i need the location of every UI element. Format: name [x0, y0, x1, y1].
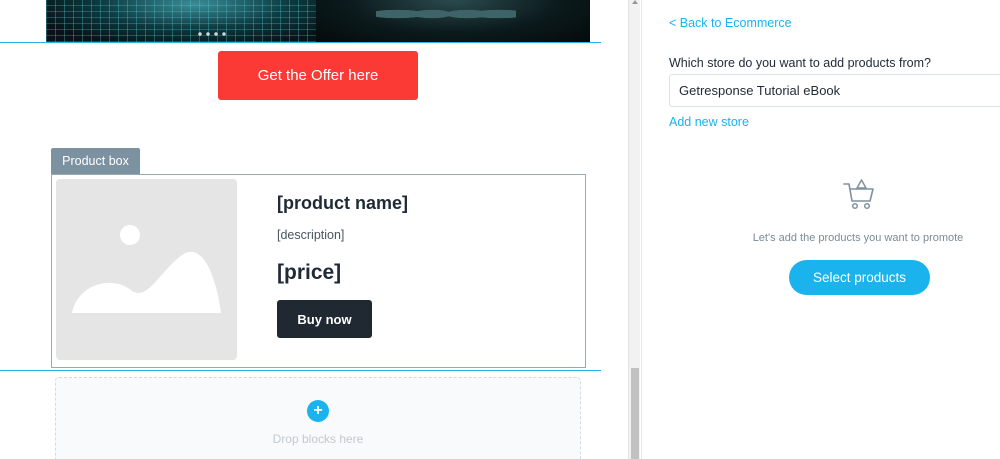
product-box-tag[interactable]: Product box	[51, 148, 140, 174]
image-placeholder-icon[interactable]	[56, 179, 237, 360]
editor-canvas: Get the Offer here Product box [product …	[0, 0, 628, 459]
store-question-label: Which store do you want to add products …	[669, 56, 931, 70]
drop-zone[interactable]: + Drop blocks here	[55, 377, 581, 459]
scroll-up-arrow-icon[interactable]	[632, 0, 638, 4]
get-offer-button[interactable]: Get the Offer here	[218, 51, 418, 100]
block-guide-line-top	[0, 42, 601, 43]
hero-banner-image[interactable]	[46, 0, 590, 42]
block-guide-line-bottom	[0, 370, 601, 371]
product-box[interactable]: [product name] [description] [price] Buy…	[51, 174, 586, 368]
image-placeholder-graphic	[72, 225, 221, 313]
add-block-icon[interactable]: +	[307, 400, 329, 422]
store-select-value: Getresponse Tutorial eBook	[679, 83, 841, 98]
hero-image-seats	[376, 2, 516, 32]
shopping-cart-icon	[842, 176, 876, 217]
store-select[interactable]: Getresponse Tutorial eBook	[669, 74, 1000, 107]
canvas-scrollbar[interactable]	[628, 0, 640, 459]
drop-zone-label: Drop blocks here	[272, 432, 364, 446]
product-price: [price]	[277, 261, 342, 284]
buy-now-button[interactable]: Buy now	[277, 300, 372, 338]
scrollbar-thumb[interactable]	[631, 368, 639, 459]
empty-state-message: Let's add the products you want to promo…	[752, 232, 964, 244]
select-products-button[interactable]: Select products	[789, 260, 930, 295]
hero-image-dots	[196, 30, 226, 38]
product-description: [description]	[277, 228, 345, 242]
ecommerce-panel: < Back to Ecommerce Which store do you w…	[641, 0, 1000, 459]
back-to-ecommerce-link[interactable]: < Back to Ecommerce	[669, 16, 792, 30]
product-name: [product name]	[277, 193, 409, 213]
hero-image-left	[46, 0, 316, 42]
add-new-store-link[interactable]: Add new store	[669, 115, 749, 129]
